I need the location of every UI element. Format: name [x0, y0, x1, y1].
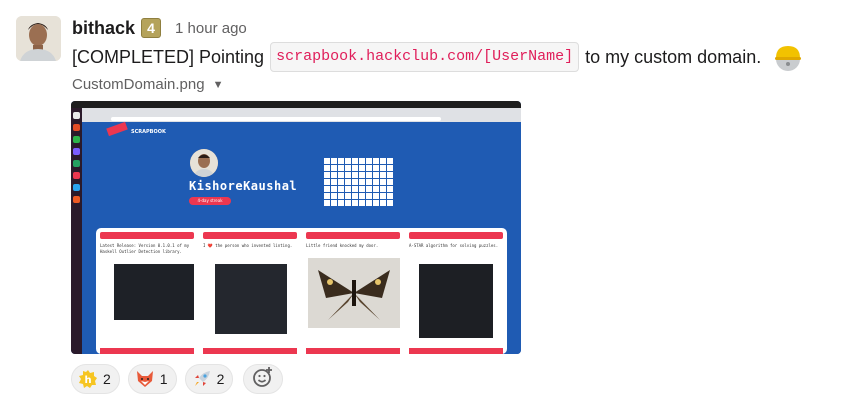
chevron-down-icon[interactable]: ▼ [213, 79, 224, 91]
timestamp[interactable]: 1 hour ago [175, 20, 247, 37]
add-reaction-button[interactable] [243, 364, 284, 394]
dock [71, 108, 82, 354]
post-card-text: Latest Release: Version 0.1.0.1 of my Ha… [100, 243, 190, 254]
screenshot-streak: 4-day streak [189, 197, 231, 205]
post-card-text: A-STAR algorithm for solving puzzles. [409, 243, 499, 248]
screenshot-profile-name: KishoreKaushal [189, 179, 298, 193]
attachment-image[interactable]: SCRAPBOOK KishoreKaushal 4-day streak La… [71, 101, 521, 354]
screenshot-brand: SCRAPBOOK [131, 129, 166, 135]
reaction-rocket[interactable]: 2 [184, 364, 234, 394]
post-card-text: I ❤️ the person who invented linting. [203, 243, 293, 248]
message-text: [COMPLETED] Pointing scrapbook.hackclub.… [72, 42, 803, 72]
screenshot-avatar [190, 149, 218, 177]
post-card: I ❤️ the person who invented linting. [203, 232, 297, 342]
fox-icon [135, 369, 155, 389]
message: bithack 4 1 hour ago [COMPLETED] Pointin… [0, 0, 842, 410]
hackclub-gold-icon: h [78, 369, 98, 389]
reactions-bar: h 2 1 2 [71, 364, 284, 394]
message-text-after: to my custom domain. [585, 47, 762, 67]
rocket-icon [192, 369, 212, 389]
reaction-count: 2 [103, 371, 111, 387]
message-text-before: [COMPLETED] Pointing [72, 47, 265, 67]
hardhat-emoji-icon [773, 42, 803, 72]
level-badge: 4 [141, 18, 162, 38]
post-card: A-STAR algorithm for solving puzzles. [409, 232, 503, 342]
username[interactable]: bithack [72, 18, 135, 39]
avatar-image [16, 16, 61, 61]
reaction-fox[interactable]: 1 [127, 364, 177, 394]
reaction-count: 1 [159, 371, 168, 387]
post-card: Little friend knocked my door. [306, 232, 400, 342]
post-card-text: Little friend knocked my door. [306, 243, 379, 248]
inline-code: scrapbook.hackclub.com/[UserName] [270, 42, 580, 72]
reaction-count: 2 [216, 371, 225, 387]
attachment-filename[interactable]: CustomDomain.png [72, 76, 205, 93]
message-header: bithack 4 1 hour ago [72, 16, 247, 40]
attachment-header[interactable]: CustomDomain.png ▼ [72, 76, 223, 93]
reaction-hackclub-gold[interactable]: h 2 [71, 364, 120, 394]
add-reaction-icon [252, 366, 274, 393]
svg-text:h: h [84, 375, 91, 386]
avatar[interactable] [16, 16, 61, 61]
post-card: Latest Release: Version 0.1.0.1 of my Ha… [100, 232, 194, 342]
